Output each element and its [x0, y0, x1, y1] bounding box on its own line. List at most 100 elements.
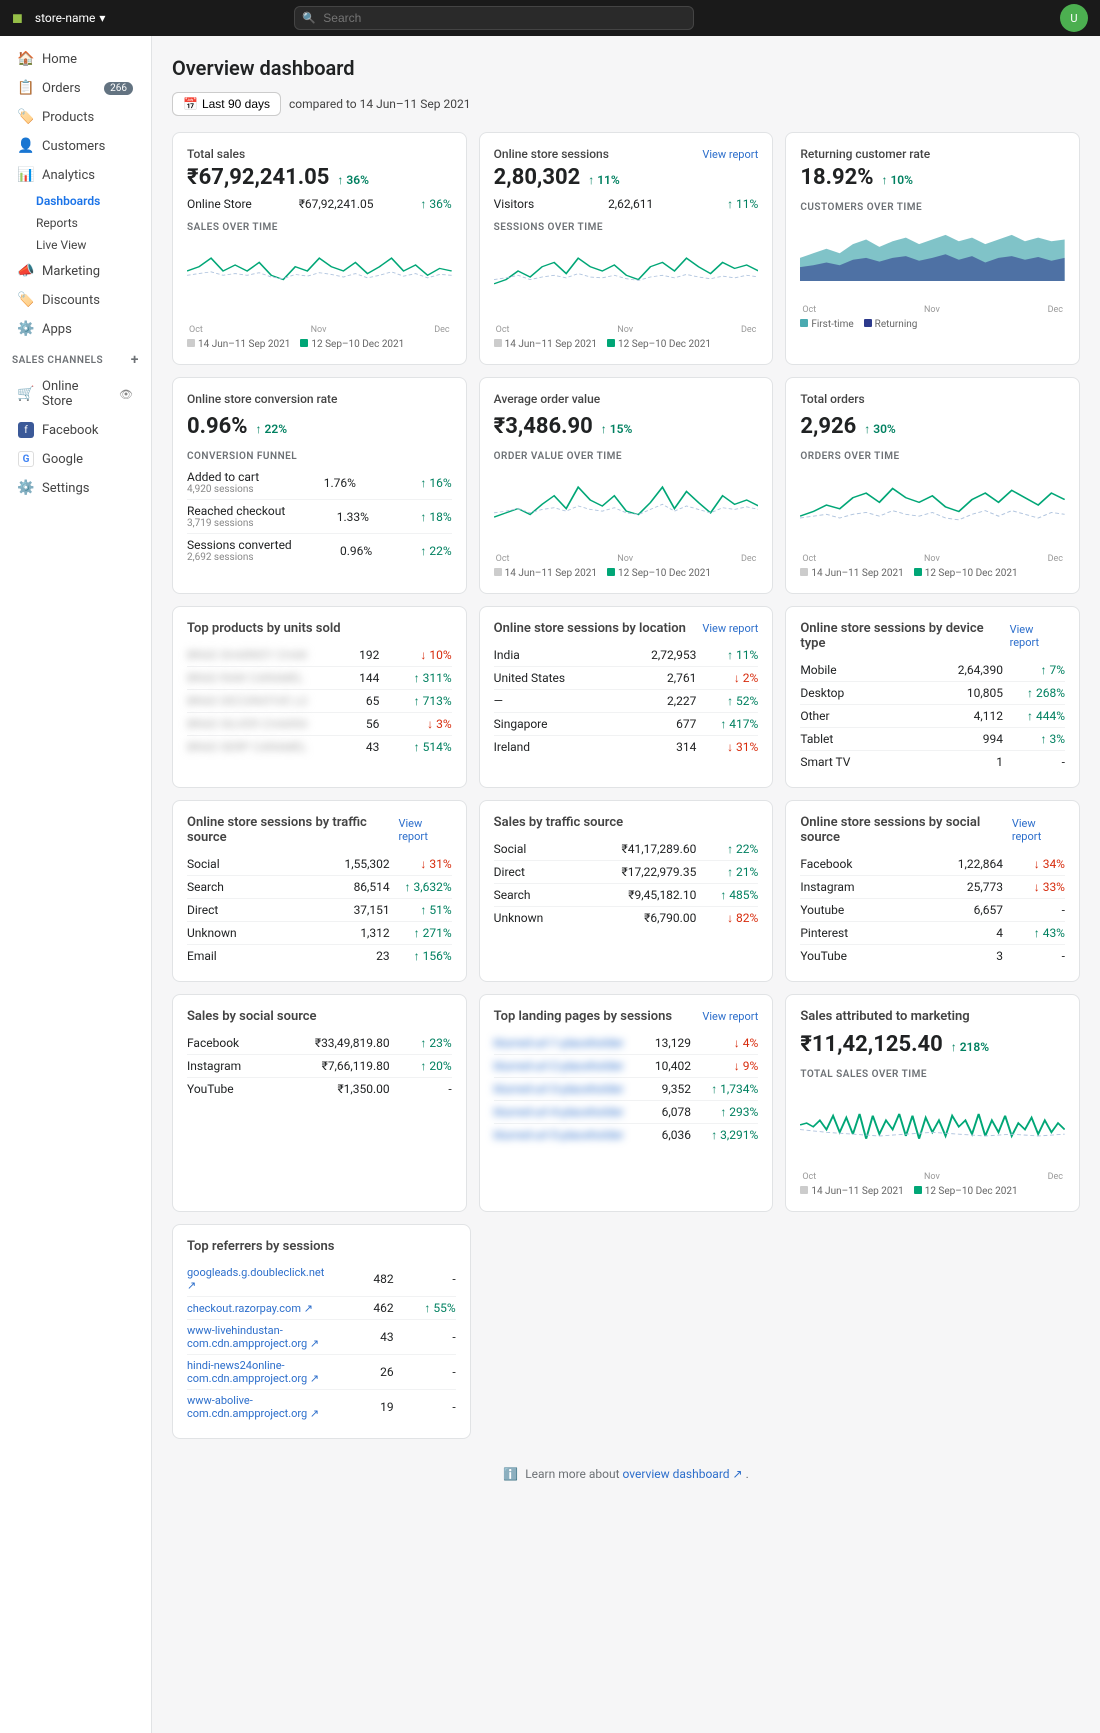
row-change: ↓ 34%: [1015, 857, 1065, 871]
row-change: ↑ 11%: [708, 648, 758, 662]
online-sessions-value: 2,80,302: [494, 165, 581, 190]
row-label[interactable]: www-abolive-com.cdn.ampproject.org ↗: [187, 1394, 332, 1420]
total-orders-chart: [800, 470, 1065, 550]
row-val: 4,112: [953, 709, 1003, 723]
row-label: Smart TV: [800, 755, 941, 769]
table-row: Singapore 677 ↑ 417%: [494, 713, 759, 736]
sessions-location-link[interactable]: View report: [702, 622, 758, 635]
sales-marketing-legend: 14 Jun–11 Sep 2021 12 Sep–10 Dec 2021: [800, 1186, 1065, 1197]
sessions-social-link[interactable]: View report: [1012, 817, 1065, 843]
row-label[interactable]: www-livehindustan-com.cdn.ampproject.org…: [187, 1324, 332, 1350]
landing-pages-card: Top landing pages by sessions View repor…: [479, 994, 774, 1212]
sidebar-sub-live-view[interactable]: Live View: [0, 234, 151, 256]
row-val: 6,657: [953, 903, 1003, 917]
total-sales-title: Total sales: [187, 147, 245, 161]
sessions-location-title: Online store sessions by location: [494, 621, 686, 636]
row-change: ↓ 2%: [708, 671, 758, 685]
table-row: Youtube 6,657 -: [800, 899, 1065, 922]
row-label: India: [494, 648, 635, 662]
row-change: ↑ 3,632%: [402, 880, 452, 894]
table-row: Search ₹9,45,182.10 ↑ 485%: [494, 884, 759, 907]
table-row: blurred-url-5-placeholder 6,036 ↑ 3,291%: [494, 1124, 759, 1146]
row-val: ₹33,49,819.80: [315, 1036, 390, 1050]
search-input[interactable]: [294, 6, 694, 30]
table-row: checkout.razorpay.com ↗ 462 ↑ 55%: [187, 1297, 456, 1320]
avg-order-change: ↑ 15%: [601, 422, 633, 436]
customers-icon: 👤: [18, 138, 34, 154]
sales-marketing-title: Sales attributed to marketing: [800, 1009, 969, 1024]
table-row: Social ₹41,17,289.60 ↑ 22%: [494, 838, 759, 861]
landing-pages-link[interactable]: View report: [702, 1010, 758, 1023]
returning-customer-change: ↑ 10%: [881, 173, 913, 187]
row-val: 4: [953, 926, 1003, 940]
products-icon: 🏷️: [18, 109, 34, 125]
chevron-down-icon: ▾: [99, 11, 105, 25]
row-6: Top referrers by sessions googleads.g.do…: [172, 1224, 1080, 1439]
avg-order-x-labels: Oct Nov Dec: [494, 554, 759, 564]
sales-marketing-x-labels: Oct Nov Dec: [800, 1172, 1065, 1182]
row-val: 43: [344, 1330, 394, 1344]
row-val: 1,312: [340, 926, 390, 940]
sidebar-sub-reports[interactable]: Reports: [0, 212, 151, 234]
row-change: ↓ 33%: [1015, 880, 1065, 894]
row-val: 26: [344, 1365, 394, 1379]
sales-social-card: Sales by social source Facebook ₹33,49,8…: [172, 994, 467, 1212]
row-label: Tablet: [800, 732, 941, 746]
avatar[interactable]: U: [1060, 4, 1088, 32]
row-label[interactable]: googleads.g.doubleclick.net ↗: [187, 1266, 332, 1292]
sessions-device-link[interactable]: View report: [1010, 623, 1065, 649]
funnel-change-0: ↑ 16%: [420, 476, 451, 490]
sidebar-item-settings[interactable]: ⚙️ Settings: [6, 474, 145, 502]
sidebar-item-online-store[interactable]: 🛒 Online Store 👁: [6, 373, 145, 415]
table-row: blurred-url-1-placeholder 13,129 ↓ 4%: [494, 1032, 759, 1055]
row-change: ↑ 7%: [1015, 663, 1065, 677]
sidebar-sub-dashboards[interactable]: Dashboards: [0, 190, 151, 212]
total-sales-chart: [187, 241, 452, 321]
date-compare: compared to 14 Jun–11 Sep 2021: [289, 97, 470, 111]
row-change: -: [406, 1400, 456, 1414]
sessions-traffic-link[interactable]: View report: [398, 817, 451, 843]
date-range-button[interactable]: 📅 Last 90 days: [172, 92, 281, 116]
total-orders-card: Total orders 2,926 ↑ 30% ORDERS OVER TIM…: [785, 377, 1080, 594]
settings-icon: ⚙️: [18, 480, 34, 496]
row-change: ↓ 31%: [708, 740, 758, 754]
row-change: ↓ 82%: [708, 911, 758, 925]
online-sessions-x-labels: Oct Nov Dec: [494, 325, 759, 335]
row-label[interactable]: hindi-news24online-com.cdn.ampproject.or…: [187, 1359, 332, 1385]
sidebar-item-apps[interactable]: ⚙️ Apps: [6, 315, 145, 343]
orders-icon: 📋: [18, 80, 34, 96]
row-change: ↑ 20%: [402, 1059, 452, 1073]
row-change: -: [1015, 903, 1065, 917]
sidebar-item-facebook[interactable]: f Facebook: [6, 416, 145, 444]
add-channel-icon[interactable]: +: [131, 352, 139, 368]
table-row: Other 4,112 ↑ 444%: [800, 705, 1065, 728]
row-label: Mobile: [800, 663, 941, 677]
table-row: India 2,72,953 ↑ 11%: [494, 644, 759, 667]
store-name[interactable]: store-name ▾: [35, 11, 106, 25]
sidebar-item-home[interactable]: 🏠 Home: [6, 45, 145, 73]
sidebar-item-customers[interactable]: 👤 Customers: [6, 132, 145, 160]
total-sales-value: ₹67,92,241.05: [187, 165, 329, 190]
row-change: ↑ 485%: [708, 888, 758, 902]
sidebar-item-orders[interactable]: 📋 Orders 266: [6, 74, 145, 102]
row-val: 1,55,302: [340, 857, 390, 871]
online-sessions-link[interactable]: View report: [702, 148, 758, 161]
table-row: Email 23 ↑ 156%: [187, 945, 452, 967]
table-row: BRAD DECORATIVE LOTUS 65 ↑ 713%: [187, 690, 452, 713]
sidebar-item-products[interactable]: 🏷️ Products: [6, 103, 145, 131]
footer-link[interactable]: overview dashboard ↗: [623, 1467, 743, 1481]
eye-icon: 👁: [119, 388, 133, 401]
row-val: 677: [646, 717, 696, 731]
sidebar-item-google[interactable]: G Google: [6, 445, 145, 473]
row-val: 994: [953, 732, 1003, 746]
online-sessions-chart: [494, 241, 759, 321]
row-5: Sales by social source Facebook ₹33,49,8…: [172, 994, 1080, 1212]
row-label[interactable]: checkout.razorpay.com ↗: [187, 1302, 332, 1315]
sessions-social-title: Online store sessions by social source: [800, 815, 1011, 845]
row-val: 19: [344, 1400, 394, 1414]
sidebar: 🏠 Home 📋 Orders 266 🏷️ Products 👤 Custom…: [0, 36, 152, 1733]
sidebar-item-analytics[interactable]: 📊 Analytics: [6, 161, 145, 189]
sidebar-item-marketing[interactable]: 📣 Marketing: [6, 257, 145, 285]
sidebar-item-discounts[interactable]: 🏷️ Discounts: [6, 286, 145, 314]
row-val: ₹41,17,289.60: [622, 842, 697, 856]
